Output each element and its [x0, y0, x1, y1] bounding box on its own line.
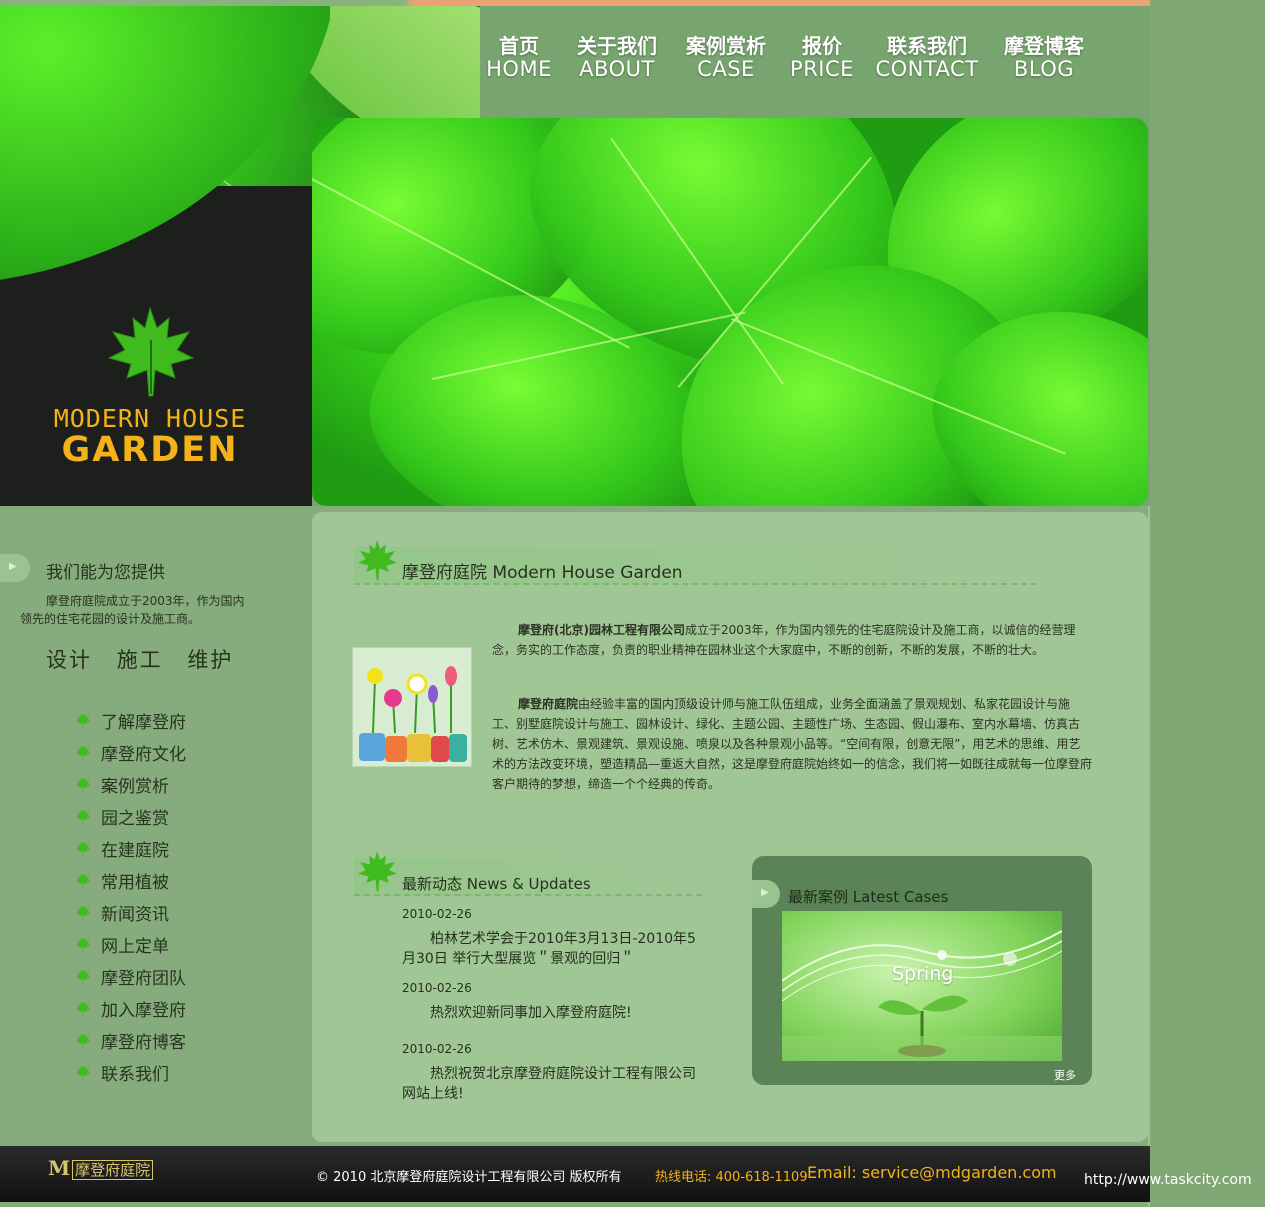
nav-case[interactable]: 案例赏析 CASE: [682, 34, 770, 80]
nav-home[interactable]: 首页 HOME: [480, 34, 558, 80]
news-item[interactable]: 2010-02-26 柏林艺术学会于2010年3月13日-2010年5月30日 …: [402, 907, 702, 969]
hotline: 热线电话: 400-618-1109: [655, 1170, 808, 1185]
news-date: 2010-02-26: [402, 1042, 472, 1056]
service-construction: 施工: [116, 648, 163, 672]
case-image-caption: Spring: [892, 963, 954, 985]
maple-leaf-icon: [75, 1064, 91, 1080]
nav-about[interactable]: 关于我们 ABOUT: [572, 34, 662, 80]
sidebar-menu-label: 网上定单: [101, 936, 169, 957]
header: MODERN HOUSE GARDEN 首页 HOME 关于我们 ABOUT 案…: [0, 6, 1150, 506]
maple-leaf-icon: [75, 808, 91, 824]
maple-leaf-icon: [358, 850, 397, 892]
sidebar-menu-label: 新闻资讯: [101, 904, 169, 925]
sidebar-title: 我们能为您提供: [46, 563, 165, 583]
main-content: 摩登府庭院 Modern House Garden 摩登府(北京)园林工程有限公…: [312, 512, 1148, 1142]
news-item[interactable]: 2010-02-26 热烈欢迎新同事加入摩登府庭院!: [402, 981, 702, 1023]
nav-blog[interactable]: 摩登博客 BLOG: [998, 34, 1090, 80]
sidebar-menu: 了解摩登府摩登府文化案例赏析园之鉴赏在建庭院常用植被新闻资讯网上定单摩登府团队加…: [74, 704, 186, 1088]
news-date: 2010-02-26: [402, 907, 472, 921]
flower-pots-image: [352, 647, 472, 767]
service-design: 设计: [46, 648, 92, 672]
news-text[interactable]: 热烈祝贺北京摩登府庭院设计工程有限公司网站上线!: [402, 1064, 702, 1104]
sidebar-menu-item[interactable]: 园之鉴赏: [74, 800, 186, 832]
sidebar-menu-item[interactable]: 常用植被: [74, 864, 186, 896]
sidebar-menu-label: 在建庭院: [101, 840, 169, 861]
sidebar-menu-label: 常用植被: [101, 872, 169, 893]
copyright: © 2010 北京摩登府庭院设计工程有限公司 版权所有: [316, 1170, 622, 1185]
sidebar-tab: ▶: [0, 554, 30, 582]
maple-leaf-icon: [75, 936, 91, 952]
sidebar-menu-item[interactable]: 加入摩登府: [74, 992, 186, 1024]
about-title: 摩登府庭院 Modern House Garden: [402, 563, 683, 583]
sidebar-menu-item[interactable]: 案例赏析: [74, 768, 186, 800]
leaf-overlay: [0, 6, 330, 291]
cases-tab: ▶: [752, 880, 780, 908]
news-title: 最新动态 News & Updates: [402, 875, 591, 893]
sidebar-menu-label: 案例赏析: [101, 776, 169, 797]
sidebar-menu-label: 摩登府团队: [101, 968, 186, 989]
sidebar-menu-label: 园之鉴赏: [101, 808, 169, 829]
sidebar-menu-item[interactable]: 摩登府团队: [74, 960, 186, 992]
footer-logo[interactable]: M 摩登府庭院: [48, 1156, 154, 1180]
footer: M 摩登府庭院 © 2010 北京摩登府庭院设计工程有限公司 版权所有 热线电话:…: [0, 1146, 1150, 1202]
service-maintenance: 维护: [187, 648, 234, 672]
about-header: 摩登府庭院 Modern House Garden: [354, 539, 1037, 585]
more-link[interactable]: 更多: [1054, 1067, 1076, 1083]
services-list: 设计 施工 维护: [46, 644, 249, 674]
maple-leaf-icon: [75, 1032, 91, 1048]
sidebar: ▶ 我们能为您提供 摩登府庭院成立于2003年，作为国内领先的住宅花园的设计及施…: [0, 506, 312, 1146]
news-header: 最新动态 News & Updates: [354, 850, 702, 896]
email-link[interactable]: Email: service@mdgarden.com: [807, 1163, 1057, 1182]
maple-leaf-icon: [75, 840, 91, 856]
news-date: 2010-02-26: [402, 981, 472, 995]
news-item[interactable]: 2010-02-26 热烈祝贺北京摩登府庭院设计工程有限公司网站上线!: [402, 1042, 702, 1104]
play-arrow-icon: ▶: [761, 887, 769, 898]
nav-price[interactable]: 报价 PRICE: [788, 34, 856, 80]
page: MODERN HOUSE GARDEN 首页 HOME 关于我们 ABOUT 案…: [0, 0, 1150, 1207]
maple-leaf-icon: [75, 776, 91, 792]
maple-leaf-icon: [75, 872, 91, 888]
sidebar-menu-item[interactable]: 了解摩登府: [74, 704, 186, 736]
case-thumbnail[interactable]: Spring: [782, 911, 1062, 1061]
news-text[interactable]: 柏林艺术学会于2010年3月13日-2010年5月30日 举行大型展览＂景观的回…: [402, 929, 702, 969]
nav-contact[interactable]: 联系我们 CONTACT: [872, 34, 982, 80]
latest-cases-panel: ▶ 最新案例 Latest Cases Spring 更多: [752, 856, 1092, 1085]
about-paragraph-1: 摩登府(北京)园林工程有限公司成立于2003年，作为国内领先的住宅庭院设计及施工…: [492, 623, 1076, 657]
sidebar-menu-label: 加入摩登府: [101, 1000, 186, 1021]
cases-title: 最新案例 Latest Cases: [788, 888, 949, 906]
maple-leaf-icon: [75, 968, 91, 984]
maple-leaf-icon: [75, 712, 91, 728]
logo-line1: MODERN HOUSE: [53, 404, 247, 433]
header-banner-image: [312, 118, 1148, 506]
play-arrow-icon: ▶: [9, 561, 17, 572]
sidebar-menu-item[interactable]: 摩登府文化: [74, 736, 186, 768]
maple-leaf-icon: [358, 539, 397, 581]
logo-line2: GARDEN: [61, 430, 239, 470]
site-logo[interactable]: MODERN HOUSE GARDEN: [0, 306, 300, 470]
about-paragraph-2: 摩登府庭院由经验丰富的国内顶级设计师与施工队伍组成，业务全面涵盖了景观规划、私家…: [492, 697, 1093, 791]
sidebar-menu-label: 了解摩登府: [101, 712, 186, 733]
sidebar-intro: 摩登府庭院成立于2003年，作为国内领先的住宅花园的设计及施工商。: [20, 594, 245, 626]
sidebar-menu-label: 联系我们: [101, 1064, 169, 1085]
maple-leaf-icon: [107, 306, 195, 397]
sidebar-menu-item[interactable]: 在建庭院: [74, 832, 186, 864]
sidebar-menu-item[interactable]: 网上定单: [74, 928, 186, 960]
watermark-url: http://www.taskcity.com: [1084, 1172, 1252, 1188]
sidebar-menu-item[interactable]: 联系我们: [74, 1056, 186, 1088]
maple-leaf-icon: [75, 1000, 91, 1016]
maple-leaf-icon: [75, 904, 91, 920]
sidebar-menu-item[interactable]: 新闻资讯: [74, 896, 186, 928]
sidebar-menu-label: 摩登府文化: [101, 744, 186, 765]
sidebar-menu-label: 摩登府博客: [101, 1032, 186, 1053]
main-nav: 首页 HOME 关于我们 ABOUT 案例赏析 CASE 报价 PRICE 联系…: [480, 34, 1100, 84]
maple-leaf-icon: [75, 744, 91, 760]
sidebar-menu-item[interactable]: 摩登府博客: [74, 1024, 186, 1056]
news-text[interactable]: 热烈欢迎新同事加入摩登府庭院!: [402, 1003, 702, 1023]
